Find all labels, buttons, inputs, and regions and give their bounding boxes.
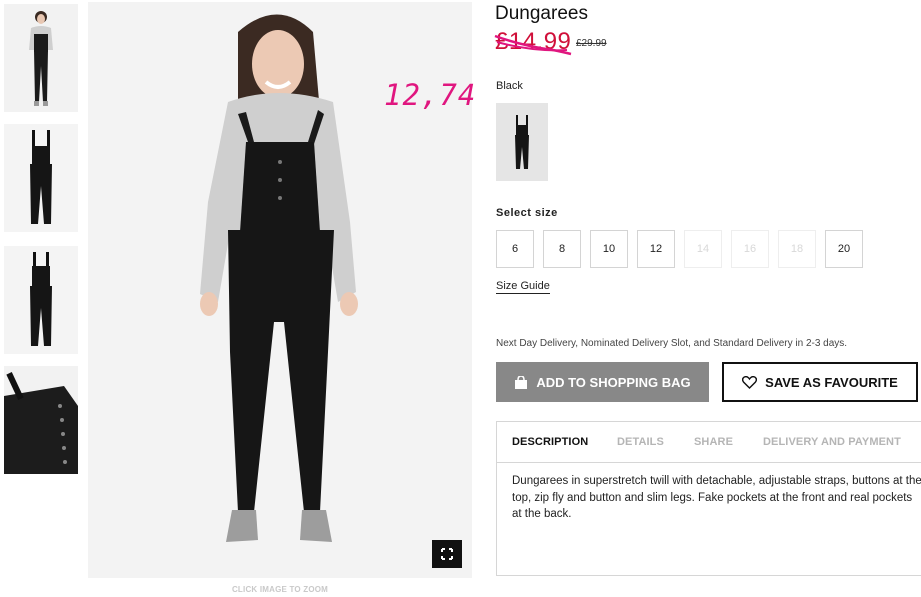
add-to-bag-label: ADD TO SHOPPING BAG bbox=[536, 374, 691, 390]
dungarees-front-image bbox=[4, 124, 78, 232]
handwritten-price-annotation: 12,74 bbox=[384, 78, 477, 112]
expand-icon bbox=[441, 548, 453, 560]
dungarees-detail-image bbox=[4, 366, 78, 474]
product-info-tabs: DESCRIPTION DETAILS SHARE DELIVERY AND P… bbox=[496, 421, 921, 576]
tab-share[interactable]: SHARE bbox=[694, 436, 733, 448]
zoom-hint: CLICK IMAGE TO ZOOM bbox=[231, 585, 329, 594]
thumbnail-product-detail[interactable] bbox=[4, 366, 78, 474]
fullscreen-button[interactable] bbox=[432, 540, 462, 568]
size-option[interactable]: 8 bbox=[543, 230, 581, 268]
tab-details[interactable]: DETAILS bbox=[617, 436, 664, 448]
color-swatch-black[interactable] bbox=[496, 103, 548, 181]
thumbnail-model-full[interactable] bbox=[4, 4, 78, 112]
size-option[interactable]: 10 bbox=[590, 230, 628, 268]
heart-icon bbox=[742, 375, 758, 389]
save-favourite-button[interactable]: SAVE AS FAVOURITE bbox=[722, 362, 918, 402]
swatch-image bbox=[515, 115, 529, 169]
original-price: £29.99 bbox=[576, 38, 607, 49]
size-option[interactable]: 20 bbox=[825, 230, 863, 268]
select-size-label: Select size bbox=[496, 207, 558, 219]
save-favourite-label: SAVE AS FAVOURITE bbox=[765, 374, 898, 390]
product-title: Dungarees bbox=[495, 3, 588, 24]
size-option-unavailable: 16 bbox=[731, 230, 769, 268]
tab-description[interactable]: DESCRIPTION bbox=[512, 436, 588, 448]
tab-row: DESCRIPTION DETAILS SHARE DELIVERY AND P… bbox=[497, 422, 921, 463]
size-guide-link[interactable]: Size Guide bbox=[496, 280, 550, 294]
delivery-info: Next Day Delivery, Nominated Delivery Sl… bbox=[496, 338, 848, 349]
shopping-bag-icon bbox=[515, 375, 528, 389]
thumbnail-product-back[interactable] bbox=[4, 246, 78, 354]
size-option-unavailable: 14 bbox=[684, 230, 722, 268]
price-strikethrough-scribble bbox=[494, 34, 572, 56]
thumbnail-product-front[interactable] bbox=[4, 124, 78, 232]
add-to-bag-button[interactable]: ADD TO SHOPPING BAG bbox=[496, 362, 709, 402]
size-option[interactable]: 6 bbox=[496, 230, 534, 268]
model-thumbnail-image bbox=[4, 4, 78, 112]
tab-delivery-and-payment[interactable]: DELIVERY AND PAYMENT bbox=[763, 436, 901, 448]
description-text: Dungarees in superstretch twill with det… bbox=[512, 475, 921, 520]
size-option-unavailable: 18 bbox=[778, 230, 816, 268]
color-label: Black bbox=[496, 80, 523, 92]
size-option[interactable]: 12 bbox=[637, 230, 675, 268]
dungarees-back-image bbox=[4, 246, 78, 354]
